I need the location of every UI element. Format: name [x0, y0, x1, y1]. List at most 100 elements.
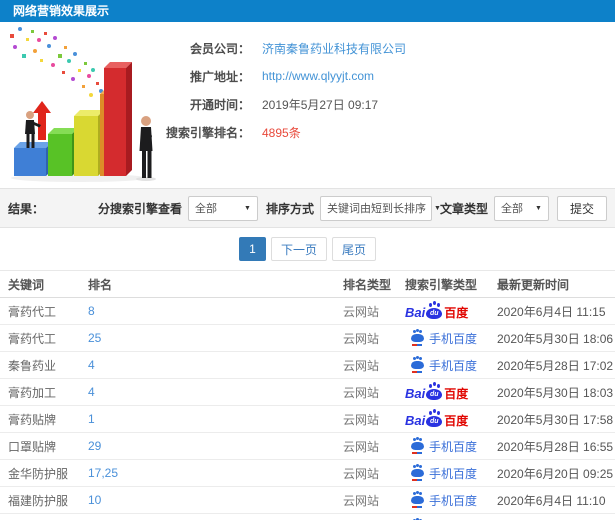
engine-view-label: 分搜索引擎查看 — [97, 201, 182, 216]
rank-type-cell: 云网站 — [343, 439, 380, 454]
updated-cell: 2020年5月28日 17:02 — [497, 358, 614, 373]
businessman-right — [136, 116, 156, 181]
last-page-button[interactable]: 尾页 — [332, 237, 377, 261]
updated-cell: 2020年5月30日 18:03 — [497, 385, 614, 400]
bar-green — [48, 128, 78, 176]
baidu-cn-text: 百度 — [444, 414, 469, 428]
rank-link[interactable]: 8 — [88, 304, 343, 318]
mobile-baidu-text: 手机百度 — [429, 466, 478, 481]
sort-select[interactable]: 关键词由短到长排序 ▼ — [319, 195, 441, 221]
keyword-cell: 膏药贴牌 — [8, 412, 57, 427]
table-row: 口罩贴牌 29 云网站 手机百度 2020年5月28日 16:55 — [0, 433, 615, 460]
chevron-down-icon: ▼ — [244, 204, 251, 212]
rank-type-cell: 云网站 — [343, 304, 380, 319]
baidu-paw-icon: du — [426, 411, 443, 427]
filter-bar: 结果： 分搜索引擎查看 全部 ▼ 排序方式 关键词由短到长排序 ▼ 文章类型 全… — [0, 188, 615, 228]
rank-count-value: 4895条 — [262, 125, 301, 140]
mobile-baidu-logo: 手机百度 — [411, 438, 477, 455]
rank-link[interactable]: 17,25 — [88, 466, 343, 480]
confetti-dots — [10, 27, 103, 97]
mobile-baidu-logo: 手机百度 — [411, 330, 477, 347]
engine-cell: Bai du 百度 — [405, 303, 497, 319]
info-row-company: 会员公司： 济南秦鲁药业科技有限公司 — [158, 34, 615, 62]
rank-type-cell: 云网站 — [343, 358, 380, 373]
promo-url-link[interactable]: http://www.qlyyjt.com — [262, 69, 374, 83]
submit-button[interactable]: 提交 — [556, 195, 607, 221]
rank-type-cell: 云网站 — [343, 385, 380, 400]
engine-cell: 手机百度 — [405, 357, 497, 374]
header-rank-type: 排名类型 — [343, 277, 392, 292]
baidu-paw-icon — [411, 357, 424, 373]
rank-link[interactable]: 1 — [88, 412, 343, 426]
mobile-baidu-logo: 手机百度 — [411, 357, 477, 374]
bar-yellow — [74, 110, 104, 176]
mobile-baidu-text: 手机百度 — [429, 439, 478, 454]
rank-type-cell: 云网站 — [343, 466, 380, 481]
bar-red — [104, 62, 132, 176]
baidu-logo: Bai du 百度 — [405, 384, 468, 400]
page-1-button[interactable]: 1 — [238, 237, 266, 261]
table-body: 膏药代工 8 云网站 Bai du 百度 2020年6月4日 11:15 膏药代工 … — [0, 298, 615, 520]
keyword-cell: 膏药代工 — [8, 331, 57, 346]
table-header-row: 关键词 排名 排名类型 搜索引擎类型 最新更新时间 — [0, 270, 615, 298]
engine-view-selected: 全部 — [194, 203, 217, 215]
table-row: 福建防护服 10 云网站 手机百度 2020年6月4日 11:10 — [0, 487, 615, 514]
updated-cell: 2020年6月4日 11:10 — [497, 493, 606, 508]
engine-cell: 手机百度 — [405, 330, 497, 347]
page-title: 网络营销效果展示 — [13, 4, 110, 18]
baidu-paw-icon: du — [426, 384, 443, 400]
rank-link[interactable]: 25 — [88, 331, 343, 345]
table-row: 秦鲁药业 4 云网站 手机百度 2020年5月28日 17:02 — [0, 352, 615, 379]
member-info: 会员公司： 济南秦鲁药业科技有限公司 推广地址： http://www.qlyy… — [158, 22, 615, 146]
updated-cell: 2020年5月28日 16:55 — [497, 439, 614, 454]
header-engine-type: 搜索引擎类型 — [405, 277, 478, 292]
table-row: 膏药贴牌 1 云网站 Bai du 百度 2020年5月30日 17:58 — [0, 406, 615, 433]
mobile-baidu-logo: 手机百度 — [411, 465, 477, 482]
info-row-open-time: 开通时间： 2019年5月27日 09:17 — [158, 90, 615, 118]
baidu-cn-text: 百度 — [444, 306, 469, 320]
baidu-logo: Bai du 百度 — [405, 303, 468, 319]
baidu-paw-icon: du — [426, 303, 443, 319]
top-info-section: 会员公司： 济南秦鲁药业科技有限公司 推广地址： http://www.qlyy… — [0, 22, 615, 188]
baidu-cn-text: 百度 — [444, 387, 469, 401]
baidu-bai-text: Bai — [405, 305, 426, 320]
article-type-label: 文章类型 — [439, 201, 488, 216]
updated-cell: 2020年5月30日 17:58 — [497, 412, 614, 427]
next-page-button[interactable]: 下一页 — [270, 237, 327, 261]
rank-link[interactable]: 4 — [88, 385, 343, 399]
baidu-bai-text: Bai — [405, 413, 426, 428]
mobile-baidu-text: 手机百度 — [429, 331, 478, 346]
engine-view-select[interactable]: 全部 ▼ — [187, 195, 258, 221]
rank-type-cell: 云网站 — [343, 493, 380, 508]
baidu-bai-text: Bai — [405, 386, 426, 401]
rank-link[interactable]: 4 — [88, 358, 343, 372]
open-time-value: 2019年5月27日 09:17 — [262, 97, 379, 112]
rank-link[interactable]: 29 — [88, 439, 343, 453]
result-label: 结果： — [8, 201, 45, 216]
keyword-cell: 口罩贴牌 — [8, 439, 57, 454]
engine-cell: 手机百度 — [405, 438, 497, 455]
table-row: 膏药代工 8 云网站 Bai du 百度 2020年6月4日 11:15 — [0, 298, 615, 325]
engine-cell: 手机百度 — [405, 465, 497, 482]
baidu-paw-icon — [411, 465, 424, 481]
open-time-label: 开通时间： — [189, 97, 250, 112]
header-rank: 排名 — [88, 277, 113, 292]
header-updated: 最新更新时间 — [497, 277, 570, 292]
updated-cell: 2020年5月30日 18:06 — [497, 331, 614, 346]
marketing-bar-chart-illustration — [4, 24, 169, 186]
chevron-down-icon: ▼ — [433, 204, 441, 212]
engine-cell: 手机百度 — [405, 492, 497, 509]
baidu-paw-icon — [411, 438, 424, 454]
keyword-cell: 膏药加工 — [8, 385, 57, 400]
rank-type-cell: 云网站 — [343, 331, 380, 346]
titlebar: 网络营销效果展示 — [0, 0, 615, 22]
updated-cell: 2020年6月20日 09:25 — [497, 466, 614, 481]
article-type-select[interactable]: 全部 ▼ — [493, 195, 549, 221]
rank-count-label: 搜索引擎排名： — [165, 125, 250, 140]
info-row-url: 推广地址： http://www.qlyyjt.com — [158, 62, 615, 90]
sort-selected: 关键词由短到长排序 — [326, 203, 426, 215]
pagination: 1 下一页 尾页 — [0, 228, 615, 270]
rank-link[interactable]: 10 — [88, 493, 343, 507]
company-link[interactable]: 济南秦鲁药业科技有限公司 — [262, 40, 406, 57]
sort-label: 排序方式 — [265, 201, 314, 216]
